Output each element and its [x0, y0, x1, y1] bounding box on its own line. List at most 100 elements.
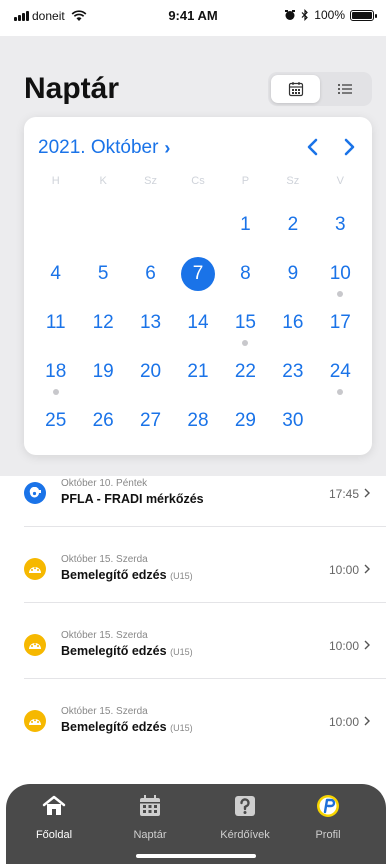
- calendar-day[interactable]: 11: [32, 307, 79, 356]
- calendar-day-selected[interactable]: 7: [174, 257, 221, 307]
- event-date: Október 15. Szerda: [61, 630, 148, 641]
- event-team-tag: (U15): [170, 647, 193, 657]
- event-title: PFLA - FRADI mérkőzés: [61, 492, 204, 506]
- calendar-day[interactable]: 20: [127, 356, 174, 405]
- event-title-text: Bemelegítő edzés: [61, 644, 167, 658]
- event-team-tag: (U15): [170, 571, 193, 581]
- calendar-day[interactable]: 4: [32, 258, 79, 307]
- calendar-day[interactable]: 22: [222, 356, 269, 405]
- profile-logo-icon: [317, 795, 339, 817]
- day-number: 16: [282, 312, 304, 333]
- day-number: 15: [234, 312, 256, 333]
- day-number: 6: [145, 263, 156, 284]
- event-team-tag: (U15): [170, 723, 193, 733]
- page-title: Naptár: [24, 72, 120, 105]
- calendar-day[interactable]: 25: [32, 405, 79, 454]
- day-number: 26: [92, 410, 114, 431]
- tab-label: Kérdőívek: [220, 829, 270, 841]
- day-number: 9: [287, 263, 299, 284]
- calendar-day[interactable]: 30: [269, 405, 316, 454]
- training-icon: [24, 710, 46, 732]
- list-view-button[interactable]: [320, 75, 369, 103]
- calendar-day[interactable]: 21: [174, 356, 221, 405]
- calendar-day[interactable]: 19: [79, 356, 126, 405]
- calendar-day[interactable]: 15: [222, 307, 269, 356]
- empty-day-cell: [174, 209, 221, 258]
- view-toggle[interactable]: [268, 72, 372, 106]
- next-month-button[interactable]: [338, 133, 362, 161]
- calendar-day[interactable]: 26: [79, 405, 126, 454]
- calendar-view-icon: [288, 82, 303, 97]
- event-row[interactable]: Október 15. Szerda Bemelegítő edzés (U15)…: [0, 620, 386, 696]
- home-indicator: [136, 854, 256, 858]
- event-time: 10:00: [329, 715, 370, 729]
- event-time: 10:00: [329, 639, 370, 653]
- calendar-day[interactable]: 12: [79, 307, 126, 356]
- weekday-label: K: [99, 175, 107, 187]
- battery-percent: 100%: [314, 8, 345, 22]
- event-title: Bemelegítő edzés (U15): [61, 568, 193, 582]
- tab-home[interactable]: Főoldal: [14, 794, 94, 841]
- event-time-text: 10:00: [328, 639, 359, 653]
- day-number: 25: [45, 410, 67, 431]
- event-row[interactable]: Október 10. Péntek PFLA - FRADI mérkőzés 1…: [0, 468, 386, 544]
- calendar-day[interactable]: 13: [127, 307, 174, 356]
- event-row[interactable]: Október 15. Szerda Bemelegítő edzés (U15)…: [0, 696, 386, 772]
- status-bar: doneit 9:41 AM 100%: [0, 0, 386, 36]
- day-number: 3: [334, 214, 346, 235]
- empty-day-cell: [79, 209, 126, 258]
- chevron-right-icon: [344, 138, 355, 156]
- day-number: 29: [234, 410, 256, 431]
- weekday-header: H K Sz Cs P Sz V: [32, 175, 364, 187]
- calendar-day[interactable]: 28: [174, 405, 221, 454]
- calendar-day[interactable]: 5: [79, 258, 126, 307]
- previous-month-button[interactable]: [300, 133, 324, 161]
- tab-calendar[interactable]: Naptár: [110, 794, 190, 841]
- month-selector[interactable]: 2021. Október ›: [38, 137, 170, 159]
- calendar-day[interactable]: 6: [127, 258, 174, 307]
- event-divider: [24, 678, 386, 679]
- calendar-day[interactable]: 24: [317, 356, 364, 405]
- event-time-text: 10:00: [328, 715, 359, 729]
- calendar-day[interactable]: 2: [269, 209, 316, 258]
- calendar-day[interactable]: 8: [222, 258, 269, 307]
- calendar-day[interactable]: 29: [222, 405, 269, 454]
- calendar-day[interactable]: 9: [269, 258, 316, 307]
- alarm-icon: [285, 10, 296, 20]
- day-number: 22: [234, 361, 256, 382]
- chevron-right-icon: ›: [164, 137, 171, 158]
- event-divider: [24, 526, 386, 527]
- day-number: 5: [97, 263, 109, 284]
- calendar-day[interactable]: 23: [269, 356, 316, 405]
- event-date: Október 10. Péntek: [61, 478, 148, 489]
- event-date: Október 15. Szerda: [61, 554, 148, 565]
- event-title: Bemelegítő edzés (U15): [61, 720, 193, 734]
- tab-questionnaires[interactable]: Kérdőívek: [205, 794, 285, 841]
- month-label: 2021. Október: [38, 137, 159, 158]
- calendar-day[interactable]: 3: [317, 209, 364, 258]
- calendar-day[interactable]: 18: [32, 356, 79, 405]
- day-number: 21: [187, 361, 209, 382]
- calendar-day[interactable]: 27: [127, 405, 174, 454]
- calendar-day[interactable]: 14: [174, 307, 221, 356]
- event-indicator-dot: [52, 389, 59, 395]
- calendar-day[interactable]: 10: [317, 258, 364, 307]
- chevron-right-icon: [364, 715, 370, 729]
- event-row[interactable]: Október 15. Szerda Bemelegítő edzés (U15)…: [0, 544, 386, 620]
- calendar-day[interactable]: 1: [222, 209, 269, 258]
- tab-profile[interactable]: Profil: [288, 794, 368, 841]
- day-number: 12: [92, 312, 114, 333]
- calendar-day[interactable]: 16: [269, 307, 316, 356]
- tab-label: Naptár: [133, 829, 167, 841]
- bluetooth-icon: [301, 9, 309, 21]
- weekday-label: P: [241, 175, 250, 187]
- event-divider: [24, 602, 386, 603]
- calendar-view-button[interactable]: [271, 75, 320, 103]
- list-view-icon: [337, 84, 352, 94]
- calendar-card: 2021. Október › H K Sz Cs P Sz V 1234567…: [24, 117, 372, 455]
- weekday-label: H: [51, 175, 60, 187]
- day-number: 4: [50, 263, 61, 284]
- day-number: 28: [187, 410, 209, 431]
- calendar-day[interactable]: 17: [317, 307, 364, 356]
- event-indicator-dot: [337, 291, 344, 297]
